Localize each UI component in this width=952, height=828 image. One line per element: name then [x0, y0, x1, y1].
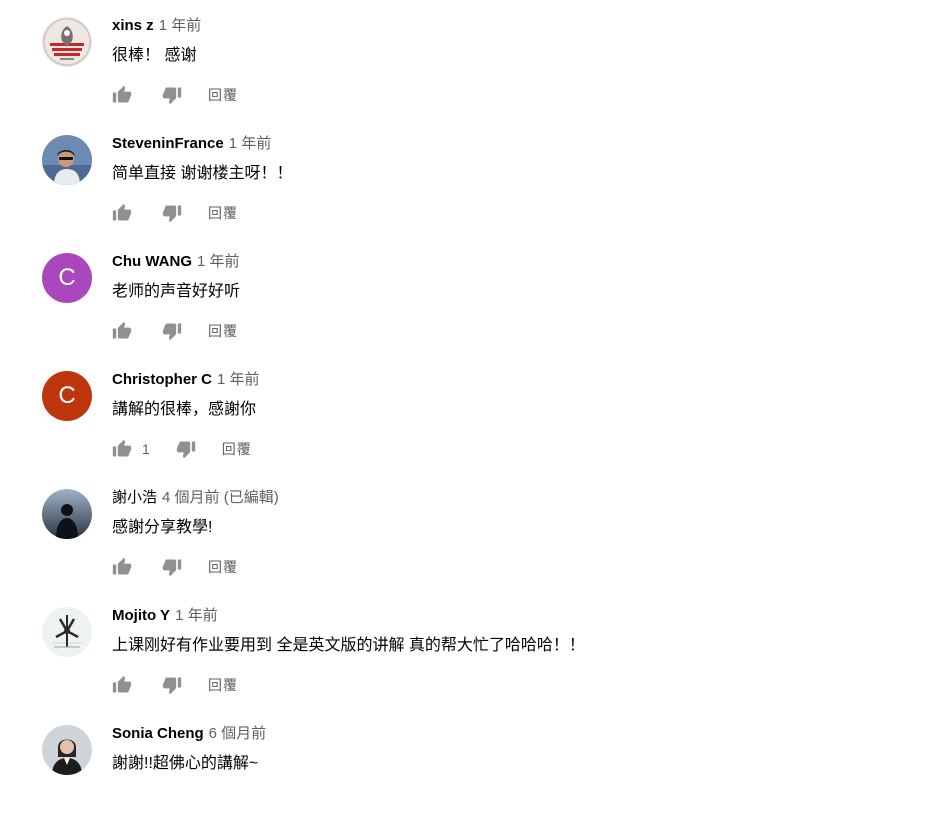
reply-button[interactable]: 回覆	[208, 557, 238, 577]
thumb-up-icon[interactable]	[112, 85, 132, 105]
comment-actions: 回覆	[112, 674, 238, 696]
author-name[interactable]: SteveninFrance	[112, 135, 224, 152]
reply-button[interactable]: 回覆	[208, 321, 238, 341]
comment-actions: 回覆	[112, 84, 238, 106]
reply-button[interactable]: 回覆	[222, 439, 252, 459]
comment-text: 謝謝!!超佛心的講解~	[112, 755, 259, 772]
comment-time[interactable]: 1 年前	[197, 253, 240, 270]
comment-actions: 回覆	[112, 320, 238, 342]
avatar-letter: C	[42, 253, 92, 303]
thumb-down-icon[interactable]	[176, 439, 196, 459]
like-count: 1	[142, 441, 150, 457]
avatar[interactable]: C	[42, 253, 92, 303]
avatar[interactable]	[42, 489, 92, 539]
reply-button[interactable]: 回覆	[208, 85, 238, 105]
comment-time[interactable]: 1 年前	[159, 17, 202, 34]
thumb-up-icon[interactable]	[112, 557, 132, 577]
comment-header: SteveninFrance 1 年前	[112, 134, 271, 154]
reply-button[interactable]: 回覆	[208, 675, 238, 695]
comment-header: Christopher C 1 年前	[112, 370, 260, 390]
comment-thread: C Christopher C 1 年前 講解的很棒，感謝你 1 回覆	[0, 356, 952, 474]
comment-actions: 回覆	[112, 202, 238, 224]
avatar[interactable]	[42, 135, 92, 185]
comment-text: 上课刚好有作业要用到 全是英文版的讲解 真的帮大忙了哈哈哈！！	[112, 637, 585, 654]
avatar[interactable]	[42, 17, 92, 67]
author-name[interactable]: Sonia Cheng	[112, 725, 204, 742]
author-name[interactable]: 謝小浩	[112, 489, 157, 506]
thumb-down-icon[interactable]	[162, 675, 182, 695]
author-name[interactable]: xins z	[112, 17, 154, 34]
comment-thread: xins z 1 年前 很棒！ 感谢 回覆	[0, 2, 952, 120]
comment-time[interactable]: 1 年前	[175, 607, 218, 624]
thumb-up-icon[interactable]	[112, 675, 132, 695]
comment-thread: C Chu WANG 1 年前 老师的声音好好听 回覆	[0, 238, 952, 356]
comment-text: 講解的很棒，感謝你	[112, 401, 257, 418]
comment-text: 感謝分享教學!	[112, 519, 213, 536]
author-name[interactable]: Chu WANG	[112, 253, 192, 270]
thumb-up-icon[interactable]	[112, 439, 132, 459]
avatar[interactable]: C	[42, 371, 92, 421]
avatar-letter: C	[42, 371, 92, 421]
avatar[interactable]	[42, 725, 92, 775]
avatar[interactable]	[42, 607, 92, 657]
comment-thread: Sonia Cheng 6 個月前 謝謝!!超佛心的講解~	[0, 710, 952, 828]
comment-header: Chu WANG 1 年前	[112, 252, 240, 272]
comment-header: Mojito Y 1 年前	[112, 606, 218, 626]
thumb-down-icon[interactable]	[162, 321, 182, 341]
thumb-down-icon[interactable]	[162, 557, 182, 577]
thumb-down-icon[interactable]	[162, 203, 182, 223]
comment-thread: Mojito Y 1 年前 上课刚好有作业要用到 全是英文版的讲解 真的帮大忙了哈…	[0, 592, 952, 710]
comment-header: 謝小浩 4 個月前 (已編輯)	[112, 488, 279, 508]
comment-header: Sonia Cheng 6 個月前	[112, 724, 266, 744]
comment-thread: SteveninFrance 1 年前 简单直接 谢谢楼主呀！！ 回覆	[0, 120, 952, 238]
reply-button[interactable]: 回覆	[208, 203, 238, 223]
author-name[interactable]: Christopher C	[112, 371, 212, 388]
author-name[interactable]: Mojito Y	[112, 607, 170, 624]
thumb-up-icon[interactable]	[112, 321, 132, 341]
comment-actions: 回覆	[112, 556, 238, 578]
comment-text: 很棒！ 感谢	[112, 47, 197, 64]
comment-time[interactable]: 6 個月前	[209, 725, 267, 742]
comment-thread: 謝小浩 4 個月前 (已編輯) 感謝分享教學! 回覆	[0, 474, 952, 592]
comment-time[interactable]: 1 年前	[217, 371, 260, 388]
thumb-down-icon[interactable]	[162, 85, 182, 105]
comment-text: 老师的声音好好听	[112, 283, 241, 300]
comment-text: 简单直接 谢谢楼主呀！！	[112, 165, 293, 182]
comment-actions: 1 回覆	[112, 438, 252, 460]
comment-time[interactable]: 4 個月前 (已編輯)	[162, 489, 279, 506]
thumb-up-icon[interactable]	[112, 203, 132, 223]
comment-header: xins z 1 年前	[112, 16, 201, 36]
comment-time[interactable]: 1 年前	[229, 135, 272, 152]
